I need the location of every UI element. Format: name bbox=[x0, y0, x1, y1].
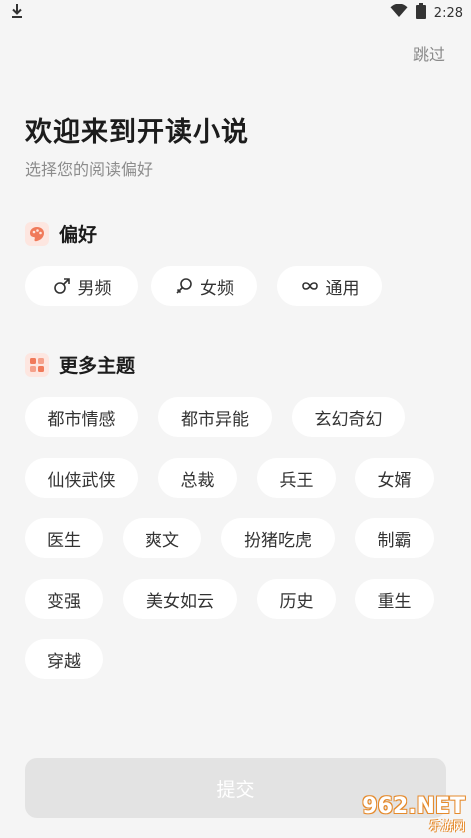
theme-chip[interactable]: 美女如云 bbox=[123, 579, 237, 619]
theme-chip[interactable]: 变强 bbox=[25, 579, 103, 619]
theme-chip[interactable]: 都市异能 bbox=[158, 397, 272, 437]
page-subtitle: 选择您的阅读偏好 bbox=[25, 160, 154, 179]
theme-chip[interactable]: 都市情感 bbox=[25, 397, 138, 437]
grid-icon bbox=[25, 352, 49, 377]
pref-option-general[interactable]: 通用 bbox=[277, 266, 382, 306]
pref-option-male[interactable]: 男频 bbox=[25, 266, 138, 306]
theme-chip[interactable]: 仙侠武侠 bbox=[25, 458, 138, 498]
pref-option-label: 女频 bbox=[200, 278, 234, 299]
wifi-icon bbox=[390, 3, 408, 22]
pref-option-female[interactable]: 女频 bbox=[151, 266, 257, 306]
pref-option-label: 通用 bbox=[325, 278, 360, 299]
theme-chip[interactable]: 制霸 bbox=[355, 518, 434, 558]
theme-chip[interactable]: 重生 bbox=[355, 579, 434, 619]
status-time: 2:28 bbox=[433, 5, 463, 21]
preference-title: 偏好 bbox=[59, 224, 98, 246]
themes-section-header: 更多主题 bbox=[25, 351, 135, 378]
battery-icon bbox=[415, 3, 426, 23]
theme-chip[interactable]: 兵王 bbox=[257, 458, 336, 498]
theme-chip[interactable]: 历史 bbox=[257, 579, 336, 619]
theme-chip[interactable]: 穿越 bbox=[25, 639, 103, 679]
pref-option-label: 男频 bbox=[77, 278, 112, 299]
theme-chip[interactable]: 医生 bbox=[25, 518, 103, 558]
theme-chip[interactable]: 玄幻奇幻 bbox=[292, 397, 405, 437]
themes-title: 更多主题 bbox=[59, 355, 136, 377]
page-title: 欢迎来到开读小说 bbox=[25, 117, 249, 148]
preference-section-header: 偏好 bbox=[25, 220, 97, 247]
watermark-top: 962.NET bbox=[362, 794, 465, 819]
watermark-logo: 962.NET 乐游网 bbox=[362, 794, 465, 833]
theme-chip[interactable]: 扮猪吃虎 bbox=[221, 518, 335, 558]
download-icon bbox=[10, 3, 24, 23]
theme-chip[interactable]: 女婿 bbox=[355, 458, 434, 498]
theme-chip[interactable]: 爽文 bbox=[123, 518, 201, 558]
theme-chip[interactable]: 总裁 bbox=[158, 458, 237, 498]
skip-button[interactable]: 跳过 bbox=[413, 41, 445, 65]
female-icon bbox=[174, 276, 194, 296]
watermark-bottom: 乐游网 bbox=[428, 819, 465, 833]
status-bar: 2:28 bbox=[0, 0, 471, 26]
palette-icon bbox=[25, 221, 49, 246]
infinity-icon bbox=[300, 276, 320, 296]
male-icon bbox=[52, 276, 72, 296]
